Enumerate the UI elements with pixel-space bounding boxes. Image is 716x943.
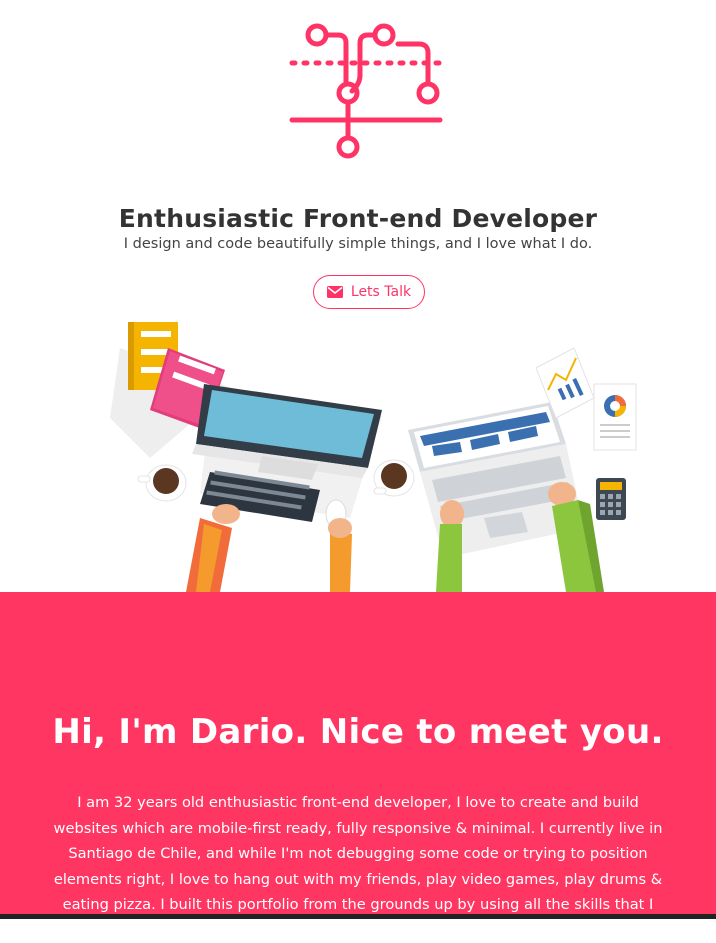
coffee-cup-right-icon	[373, 459, 415, 497]
workspace-illustration	[110, 322, 637, 592]
about-text: I am 32 years old enthusiastic front-end…	[53, 794, 663, 939]
logo-circuit-icon	[289, 23, 443, 159]
envelope-icon	[326, 286, 343, 298]
calculator-icon	[596, 478, 626, 520]
page-subtitle: I design and code beautifully simple thi…	[123, 236, 593, 252]
hero-section: Enthusiastic Front-end Developer I desig…	[0, 0, 716, 592]
about-title: Hi, I'm Dario. Nice to meet you.	[52, 712, 664, 752]
coffee-cup-icon	[137, 464, 187, 502]
lets-talk-label: Lets Talk	[350, 284, 412, 300]
pie-chart-paper-icon	[593, 383, 637, 451]
page-title: Enthusiastic Front-end Developer	[118, 204, 598, 233]
lets-talk-button[interactable]: Lets Talk	[313, 275, 425, 309]
about-section: Hi, I'm Dario. Nice to meet you. I am 32…	[0, 592, 716, 939]
bottom-divider	[0, 914, 716, 919]
